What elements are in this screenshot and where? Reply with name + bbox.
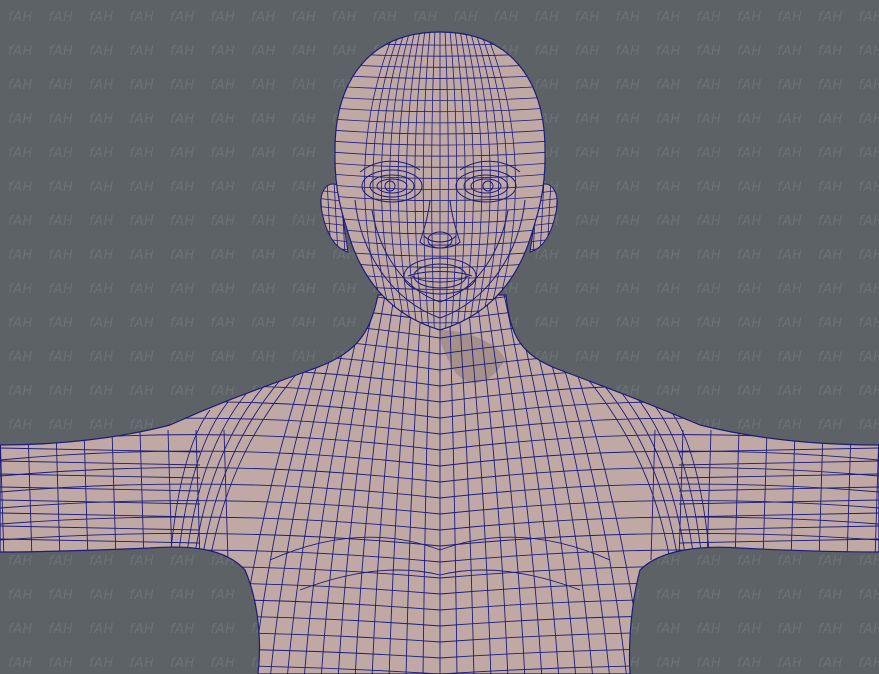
character-wireframe-mesh[interactable]: [0, 0, 879, 674]
body-mesh: [0, 294, 879, 674]
head-mesh: [334, 31, 546, 331]
3d-viewport[interactable]: fAH fAH fAH fAH fAH fAH fAH fAH fAH fAH fAH fAH fAH f…: [0, 0, 879, 674]
